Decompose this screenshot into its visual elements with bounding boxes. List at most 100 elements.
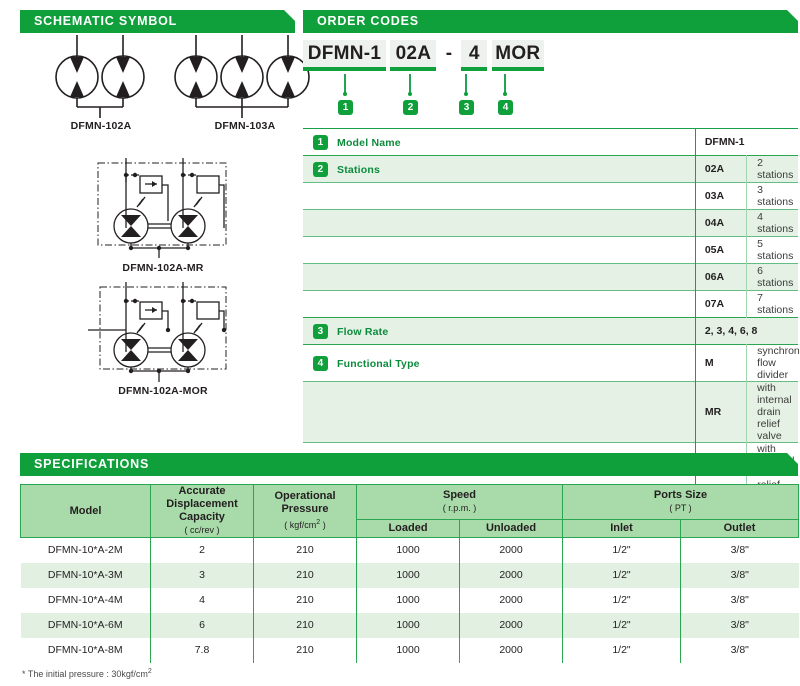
spec-header-inlet: Inlet	[562, 518, 681, 539]
order-row-desc: 5 stations	[746, 236, 798, 264]
table-row: DFMN-10*A-3M 3 210 1000 2000 1/2" 3/8"	[20, 562, 799, 588]
schematic-caption-4: DFMN-102A-MOR	[118, 385, 208, 397]
table-row: 4 Functional Type M synchronous flow divi…	[303, 344, 800, 382]
spec-header-displacement-unit: ( cc/rev )	[184, 525, 220, 535]
spec-cell-loaded: 1000	[356, 587, 460, 613]
order-row-code: 03A	[694, 182, 748, 210]
table-row: 06A 6 stations	[303, 263, 798, 291]
schematic-section-banner: SCHEMATIC SYMBOL	[20, 10, 295, 33]
table-row: 3 Flow Rate 2, 3, 4, 6, 8	[303, 317, 798, 345]
order-badge-1: 1	[338, 100, 353, 115]
table-row: 07A 7 stations	[303, 290, 798, 318]
schematic-dfmn-102a-mr	[97, 158, 227, 258]
row-badge: 3	[313, 323, 328, 339]
spec-cell-outlet: 3/8"	[680, 587, 799, 613]
spec-cell-pressure: 210	[253, 537, 357, 563]
spec-cell-outlet: 3/8"	[680, 637, 799, 663]
spec-cell-model: DFMN-10*A-6M	[20, 612, 151, 638]
leader-dot-4	[503, 92, 507, 96]
schematic-dfmn-102a-mor	[88, 282, 227, 382]
spec-cell-outlet: 3/8"	[680, 612, 799, 638]
order-row-label-cell	[303, 209, 696, 237]
order-row-label-cell: 3 Flow Rate	[303, 317, 696, 345]
specifications-table: Model Accurate Displacement Capacity ( c…	[20, 484, 799, 663]
order-row-label-cell	[303, 263, 696, 291]
order-row-code: 02A	[694, 155, 748, 183]
spec-cell-loaded: 1000	[356, 537, 460, 563]
row-label: Model Name	[337, 136, 401, 149]
order-badge-4: 4	[498, 100, 513, 115]
spec-cell-unloaded: 2000	[459, 562, 563, 588]
spec-cell-inlet: 1/2"	[562, 587, 681, 613]
order-row-value: 2, 3, 4, 6, 8	[694, 317, 798, 345]
order-codes-table: 1 Model Name DFMN-1 2 Stations 02A 2 stati…	[303, 128, 800, 503]
order-row-label-cell	[303, 182, 696, 210]
order-row-code: 07A	[694, 290, 748, 318]
order-row-code: 06A	[694, 263, 748, 291]
spec-cell-pressure: 210	[253, 587, 357, 613]
code-segment-stations[interactable]: 02A	[390, 40, 437, 71]
datasheet-page: SCHEMATIC SYMBOL DFMN-102A DFMN-103A DFM…	[0, 0, 800, 686]
spec-header-ports-label: Ports Size	[653, 488, 708, 501]
code-separator: -	[445, 43, 453, 64]
row-label: Functional Type	[337, 357, 420, 370]
row-label: Flow Rate	[337, 325, 389, 338]
spec-cell-unloaded: 2000	[459, 587, 563, 613]
spec-cell-displacement: 6	[150, 612, 254, 638]
code-segment-model[interactable]: DFMN-1	[303, 40, 386, 71]
leader-line-1	[344, 74, 346, 93]
table-row: 04A 4 stations	[303, 209, 798, 237]
schematic-caption-2: DFMN-103A	[214, 120, 276, 132]
leader-line-4	[504, 74, 506, 93]
table-row: DFMN-10*A-2M 2 210 1000 2000 1/2" 3/8"	[20, 537, 799, 563]
leader-line-2	[409, 74, 411, 93]
spec-cell-unloaded: 2000	[459, 637, 563, 663]
order-row-desc: with internal drain relief valve	[746, 381, 798, 443]
table-row: 05A 5 stations	[303, 236, 798, 264]
order-row-desc: 6 stations	[746, 263, 798, 291]
table-row: DFMN-10*A-4M 4 210 1000 2000 1/2" 3/8"	[20, 587, 799, 613]
specifications-section-banner: SPECIFICATIONS	[20, 453, 798, 476]
table-row: 03A 3 stations	[303, 182, 798, 210]
row-label: Stations	[337, 163, 381, 176]
row-badge: 2	[313, 161, 328, 177]
spec-cell-pressure: 210	[253, 637, 357, 663]
spec-cell-outlet: 3/8"	[680, 562, 799, 588]
spec-cell-model: DFMN-10*A-8M	[20, 637, 151, 663]
order-row-label-cell	[303, 381, 696, 443]
spec-cell-loaded: 1000	[356, 562, 460, 588]
specifications-footnote: * The initial pressure : 30kgf/cm2	[22, 668, 152, 679]
spec-cell-displacement: 2	[150, 537, 254, 563]
order-row-label-cell: 1 Model Name	[303, 128, 696, 156]
spec-header-ports-unit: ( PT )	[669, 502, 692, 513]
code-segment-flow-rate[interactable]: 4	[461, 40, 488, 71]
schematic-dfmn-103a	[174, 35, 310, 118]
spec-cell-pressure: 210	[253, 612, 357, 638]
order-row-desc: 2 stations	[746, 155, 798, 183]
spec-header-loaded: Loaded	[356, 518, 460, 539]
spec-cell-model: DFMN-10*A-2M	[20, 537, 151, 563]
table-row: 1 Model Name DFMN-1	[303, 128, 798, 156]
spec-header-speed-unit: ( r.p.m. )	[442, 502, 477, 513]
spec-cell-loaded: 1000	[356, 612, 460, 638]
spec-header-pressure-label: Operational Pressure	[274, 490, 336, 515]
order-row-code: M	[694, 344, 748, 382]
spec-cell-inlet: 1/2"	[562, 637, 681, 663]
leader-line-3	[465, 74, 467, 93]
spec-header-speed: Speed ( r.p.m. )	[356, 484, 563, 520]
spec-cell-unloaded: 2000	[459, 612, 563, 638]
order-row-label-cell: 2 Stations	[303, 155, 696, 183]
spec-header-displacement: Accurate Displacement Capacity ( cc/rev …	[150, 484, 254, 538]
order-row-desc: 4 stations	[746, 209, 798, 237]
spec-header-pressure: Operational Pressure ( kgf/cm2 )	[253, 484, 357, 538]
spec-cell-inlet: 1/2"	[562, 612, 681, 638]
order-codes-section-banner: ORDER CODES	[303, 10, 798, 33]
spec-cell-displacement: 3	[150, 562, 254, 588]
spec-header-model: Model	[20, 484, 151, 538]
spec-header-outlet: Outlet	[680, 518, 799, 539]
row-badge: 1	[313, 134, 328, 150]
spec-cell-loaded: 1000	[356, 637, 460, 663]
leader-dot-3	[464, 92, 468, 96]
code-segment-functional-type[interactable]: MOR	[491, 40, 544, 71]
spec-cell-pressure: 210	[253, 562, 357, 588]
